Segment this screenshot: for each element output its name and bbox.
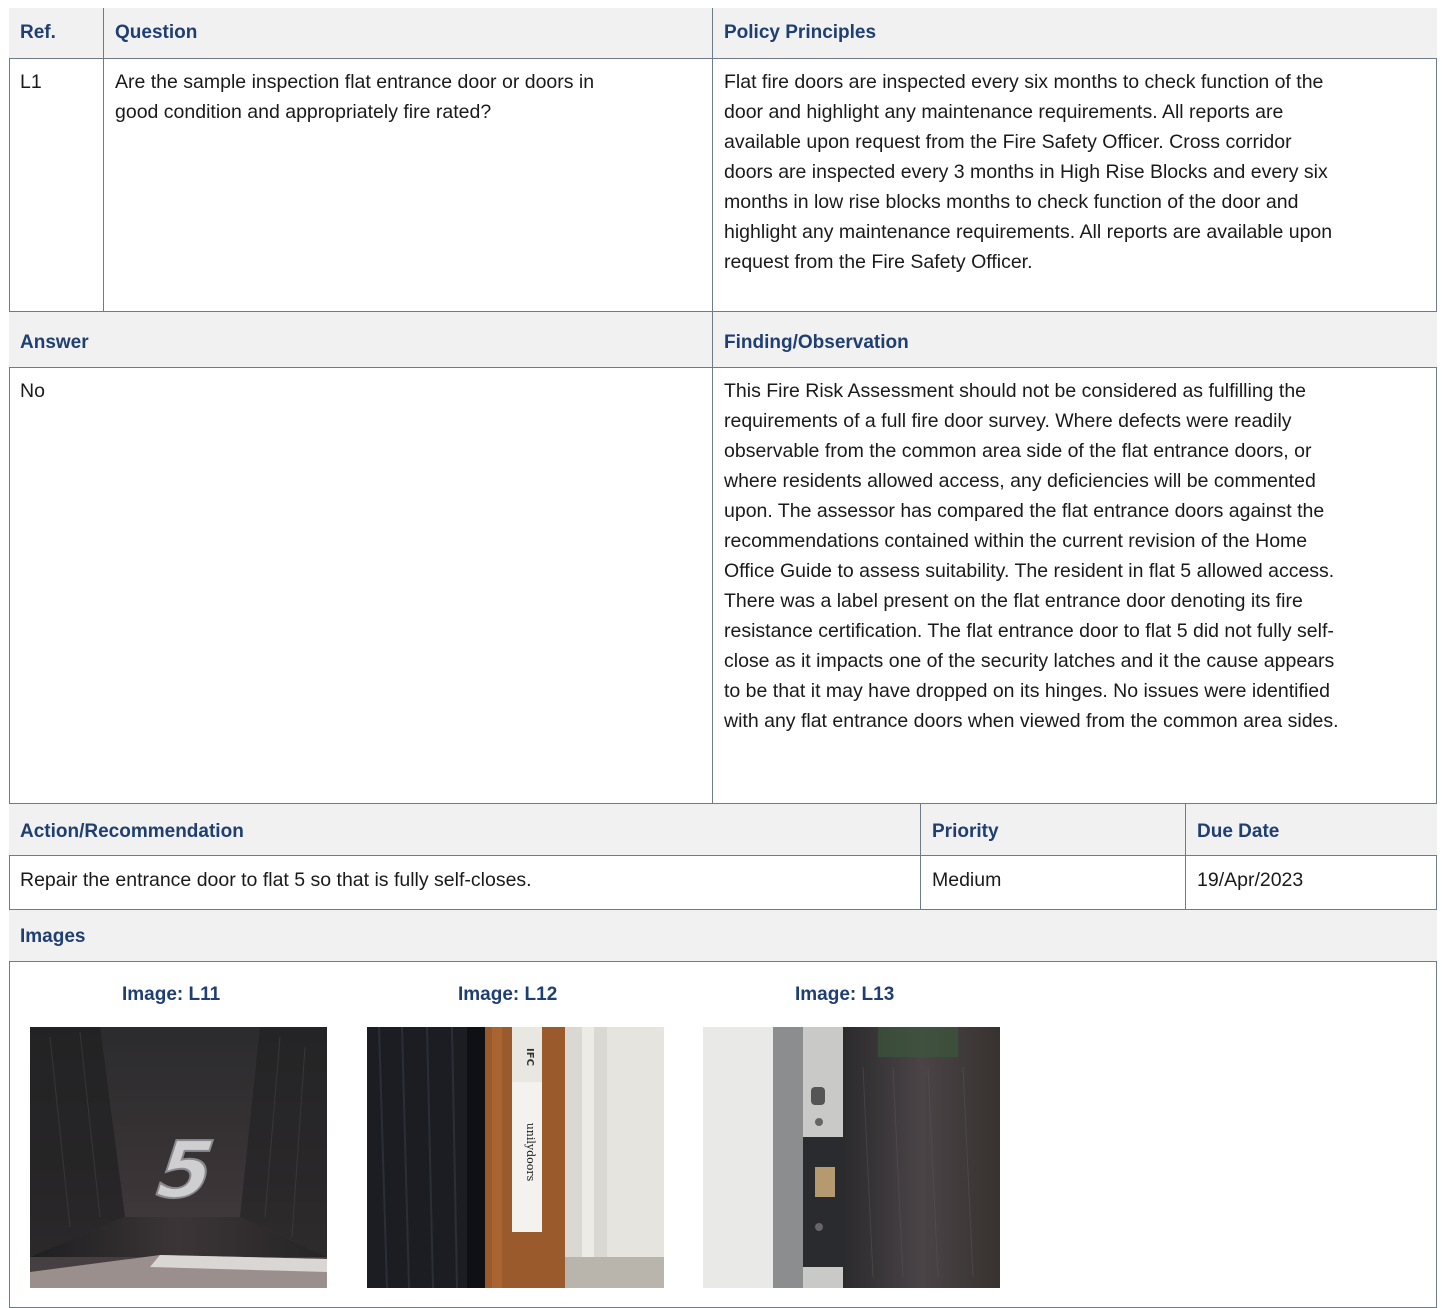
policy-header-label: Policy Principles [724,22,877,43]
photo-l12[interactable]: IFC unilydoors [367,1027,664,1288]
door-label-photo: IFC unilydoors [367,1027,664,1288]
answer-value: No [20,380,45,402]
finding-cell: This Fire Risk Assessment should not be … [712,368,1437,803]
answer-content-row: No This Fire Risk Assessment should not … [9,367,1437,803]
finding-header-label: Finding/Observation [724,332,909,353]
action-header: Action/Recommendation [9,804,920,855]
due-date-cell: 19/Apr/2023 [1185,856,1437,909]
label-ifc: IFC [524,1048,535,1066]
question-content-row: L1 Are the sample inspection flat entran… [9,58,1437,311]
due-date-header-label: Due Date [1197,821,1280,842]
images-header: Images [9,910,1437,961]
door-number-photo: 5 [30,1027,327,1288]
priority-value: Medium [932,869,1002,891]
finding-text: This Fire Risk Assessment should not be … [724,380,1339,732]
due-date-value: 19/Apr/2023 [1197,869,1304,891]
action-header-label: Action/Recommendation [20,821,244,842]
ref-header: Ref. [9,8,103,58]
question-cell: Are the sample inspection flat entrance … [103,59,712,311]
images-header-row: Images [9,909,1437,961]
image-caption-l13: Image: L13 [795,984,895,1005]
ref-header-label: Ref. [20,22,56,43]
policy-text: Flat fire doors are inspected every six … [724,71,1333,273]
action-content-row: Repair the entrance door to flat 5 so th… [9,855,1437,909]
action-header-row: Action/Recommendation Priority Due Date [9,803,1437,855]
question-text: Are the sample inspection flat entrance … [115,71,595,123]
question-header-row: Ref. Question Policy Principles [9,8,1437,58]
images-header-label: Images [20,926,86,947]
question-header: Question [103,8,712,58]
priority-cell: Medium [920,856,1185,909]
finding-header: Finding/Observation [712,312,1437,367]
photo-l11[interactable]: 5 [30,1027,327,1288]
label-brand: unilydoors [524,1123,537,1182]
action-text: Repair the entrance door to flat 5 so th… [20,869,532,891]
answer-header: Answer [9,312,712,367]
answer-header-row: Answer Finding/Observation [9,311,1437,367]
answer-cell: No [9,368,712,803]
door-latch-photo [703,1027,1000,1288]
question-header-label: Question [115,22,198,43]
photo-l13[interactable] [703,1027,1000,1288]
policy-cell: Flat fire doors are inspected every six … [712,59,1437,311]
policy-header: Policy Principles [712,8,1437,58]
priority-header-label: Priority [932,821,999,842]
image-caption-l11: Image: L11 [122,984,221,1005]
priority-header: Priority [920,804,1185,855]
due-date-header: Due Date [1185,804,1437,855]
action-cell: Repair the entrance door to flat 5 so th… [9,856,920,909]
ref-cell: L1 [9,59,103,311]
answer-header-label: Answer [20,332,89,353]
image-caption-l12: Image: L12 [458,984,558,1005]
ref-value: L1 [20,71,42,93]
